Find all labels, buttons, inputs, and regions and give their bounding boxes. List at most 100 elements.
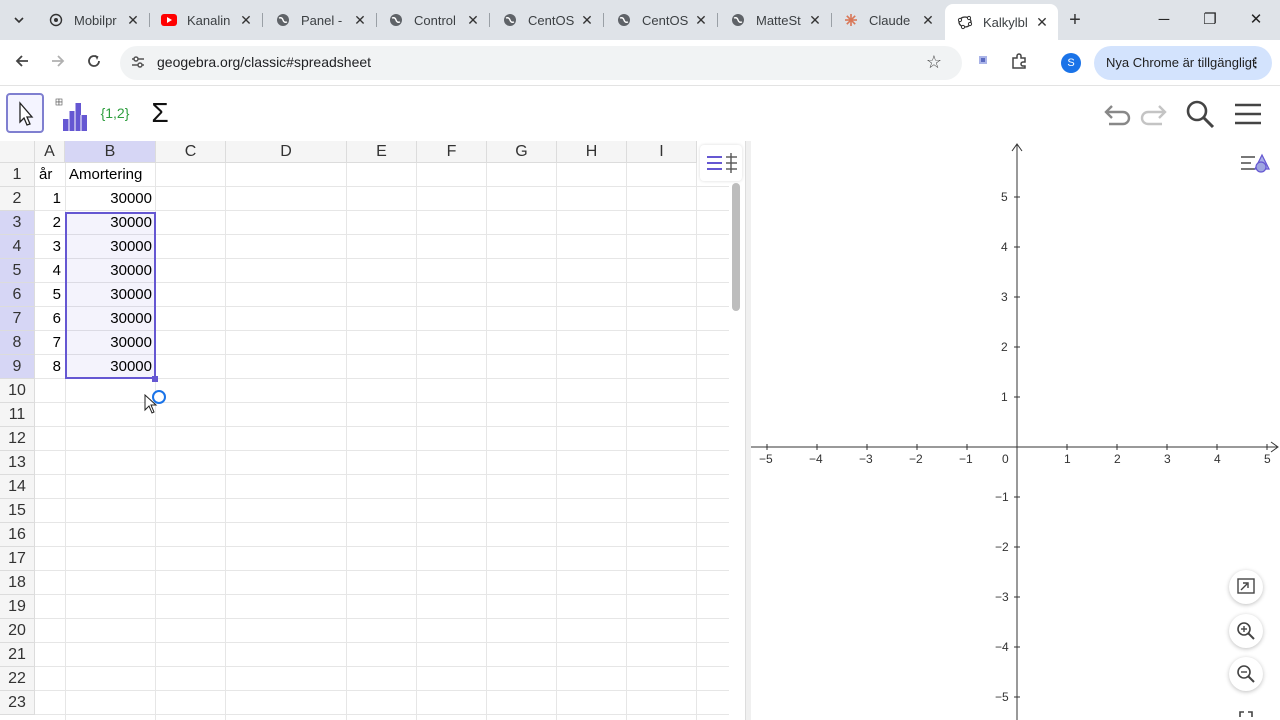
cell-a7[interactable]: 6 [35, 307, 65, 331]
cell-a9[interactable]: 8 [35, 355, 65, 379]
column-header-h[interactable]: H [557, 141, 627, 163]
cell-b1[interactable]: Amortering [65, 163, 156, 187]
row-header-6[interactable]: 6 [0, 283, 35, 307]
maximize-button[interactable]: ❐ [1187, 6, 1233, 34]
new-tab-button[interactable]: + [1064, 9, 1086, 31]
row-header-23[interactable]: 23 [0, 691, 35, 715]
one-variable-analysis-tool-button[interactable] [54, 93, 92, 133]
cell-a3[interactable]: 2 [35, 211, 65, 235]
tab-8-active[interactable]: Kalkylbl ✕ [945, 4, 1058, 40]
cell-b2[interactable]: 30000 [65, 187, 156, 211]
close-tab-icon[interactable]: ✕ [920, 12, 936, 28]
row-header-8[interactable]: 8 [0, 331, 35, 355]
graphics-view[interactable]: −5 −4 −3 −2 −1 0 1 2 3 4 5 5 4 3 2 1 −1 … [751, 141, 1280, 720]
move-tool-button[interactable] [6, 93, 44, 133]
minimize-button[interactable]: ─ [1141, 6, 1187, 34]
column-header-g[interactable]: G [487, 141, 557, 163]
row-header-7[interactable]: 7 [0, 307, 35, 331]
tab-1[interactable]: Kanalin ✕ [149, 4, 263, 36]
row-header-5[interactable]: 5 [0, 259, 35, 283]
tab-3[interactable]: Control ✕ [376, 4, 490, 36]
cell-b6[interactable]: 30000 [65, 283, 156, 307]
cell-b8[interactable]: 30000 [65, 331, 156, 355]
corner-cell[interactable] [0, 141, 35, 163]
column-header-f[interactable]: F [417, 141, 487, 163]
spreadsheet-scrollbar[interactable] [732, 183, 740, 311]
redo-button[interactable] [1138, 98, 1170, 130]
create-list-tool-button[interactable]: {1,2} [95, 93, 135, 133]
row-header-18[interactable]: 18 [0, 571, 35, 595]
column-header-d[interactable]: D [226, 141, 347, 163]
row-header-11[interactable]: 11 [0, 403, 35, 427]
address-bar[interactable]: geogebra.org/classic#spreadsheet ☆ [120, 46, 962, 80]
tab-0[interactable]: Mobilpr ✕ [36, 4, 150, 36]
style-bar-toggle-button[interactable] [700, 145, 742, 181]
extensions-puzzle-icon[interactable] [1008, 52, 1030, 74]
tab-6[interactable]: MatteSt ✕ [718, 4, 832, 36]
tab-2[interactable]: Panel - ✕ [263, 4, 377, 36]
profile-avatar[interactable]: S [1061, 53, 1081, 73]
undo-button[interactable] [1101, 98, 1133, 130]
fullscreen-button[interactable] [1239, 709, 1253, 720]
close-tab-icon[interactable]: ✕ [807, 12, 823, 28]
cell-b7[interactable]: 30000 [65, 307, 156, 331]
search-button[interactable] [1184, 98, 1216, 130]
row-header-17[interactable]: 17 [0, 547, 35, 571]
close-tab-icon[interactable]: ✕ [352, 12, 368, 28]
close-tab-icon[interactable]: ✕ [465, 12, 481, 28]
close-tab-icon[interactable]: ✕ [125, 12, 141, 28]
row-header-13[interactable]: 13 [0, 451, 35, 475]
close-tab-icon[interactable]: ✕ [238, 12, 254, 28]
tab-4[interactable]: CentOS ✕ [490, 4, 604, 36]
main-menu-button[interactable] [1232, 98, 1264, 130]
row-header-22[interactable]: 22 [0, 667, 35, 691]
close-tab-icon[interactable]: ✕ [693, 12, 709, 28]
tab-7[interactable]: Claude ✕ [831, 4, 944, 36]
column-header-i[interactable]: I [627, 141, 697, 163]
spreadsheet-view[interactable]: A B C D E F G H I 1 2 3 4 5 6 7 8 9 10 1… [0, 141, 745, 720]
row-header-20[interactable]: 20 [0, 619, 35, 643]
cell-b5[interactable]: 30000 [65, 259, 156, 283]
row-header-4[interactable]: 4 [0, 235, 35, 259]
cell-a4[interactable]: 3 [35, 235, 65, 259]
cell-a6[interactable]: 5 [35, 283, 65, 307]
row-header-1[interactable]: 1 [0, 163, 35, 187]
column-header-b[interactable]: B [65, 141, 156, 163]
column-header-a[interactable]: A [35, 141, 65, 163]
forward-button[interactable] [46, 51, 70, 75]
cell-a1[interactable]: år [35, 163, 65, 187]
row-header-16[interactable]: 16 [0, 523, 35, 547]
column-header-c[interactable]: C [156, 141, 226, 163]
row-header-15[interactable]: 15 [0, 499, 35, 523]
row-header-9[interactable]: 9 [0, 355, 35, 379]
bookmark-star-icon[interactable]: ☆ [926, 52, 942, 73]
cell-b4[interactable]: 30000 [65, 235, 156, 259]
cell-a2[interactable]: 1 [35, 187, 65, 211]
row-header-21[interactable]: 21 [0, 643, 35, 667]
site-info-icon[interactable] [129, 54, 147, 72]
zoom-out-button[interactable] [1229, 657, 1263, 691]
cell-a5[interactable]: 4 [35, 259, 65, 283]
sum-tool-button[interactable]: Σ [141, 93, 179, 133]
tab-5[interactable]: CentOS ✕ [604, 4, 718, 36]
cell-a8[interactable]: 7 [35, 331, 65, 355]
cell-b3[interactable]: 30000 [65, 211, 156, 235]
row-header-19[interactable]: 19 [0, 595, 35, 619]
row-header-10[interactable]: 10 [0, 379, 35, 403]
standard-view-button[interactable] [1229, 570, 1263, 604]
graphics-style-bar-button[interactable] [1235, 145, 1277, 181]
close-window-button[interactable]: ✕ [1233, 6, 1279, 34]
chrome-update-button[interactable]: Nya Chrome är tillgängligt ⋮ [1094, 46, 1272, 80]
zoom-in-button[interactable] [1229, 614, 1263, 648]
tab-search-button[interactable] [6, 8, 32, 32]
row-header-3[interactable]: 3 [0, 211, 35, 235]
column-header-e[interactable]: E [347, 141, 417, 163]
back-button[interactable] [10, 51, 34, 75]
reload-button[interactable] [82, 51, 106, 75]
row-header-14[interactable]: 14 [0, 475, 35, 499]
extension-icon[interactable] [972, 52, 994, 74]
row-header-12[interactable]: 12 [0, 427, 35, 451]
close-tab-icon[interactable]: ✕ [579, 12, 595, 28]
more-menu-icon[interactable]: ⋮ [1249, 46, 1262, 80]
row-header-2[interactable]: 2 [0, 187, 35, 211]
